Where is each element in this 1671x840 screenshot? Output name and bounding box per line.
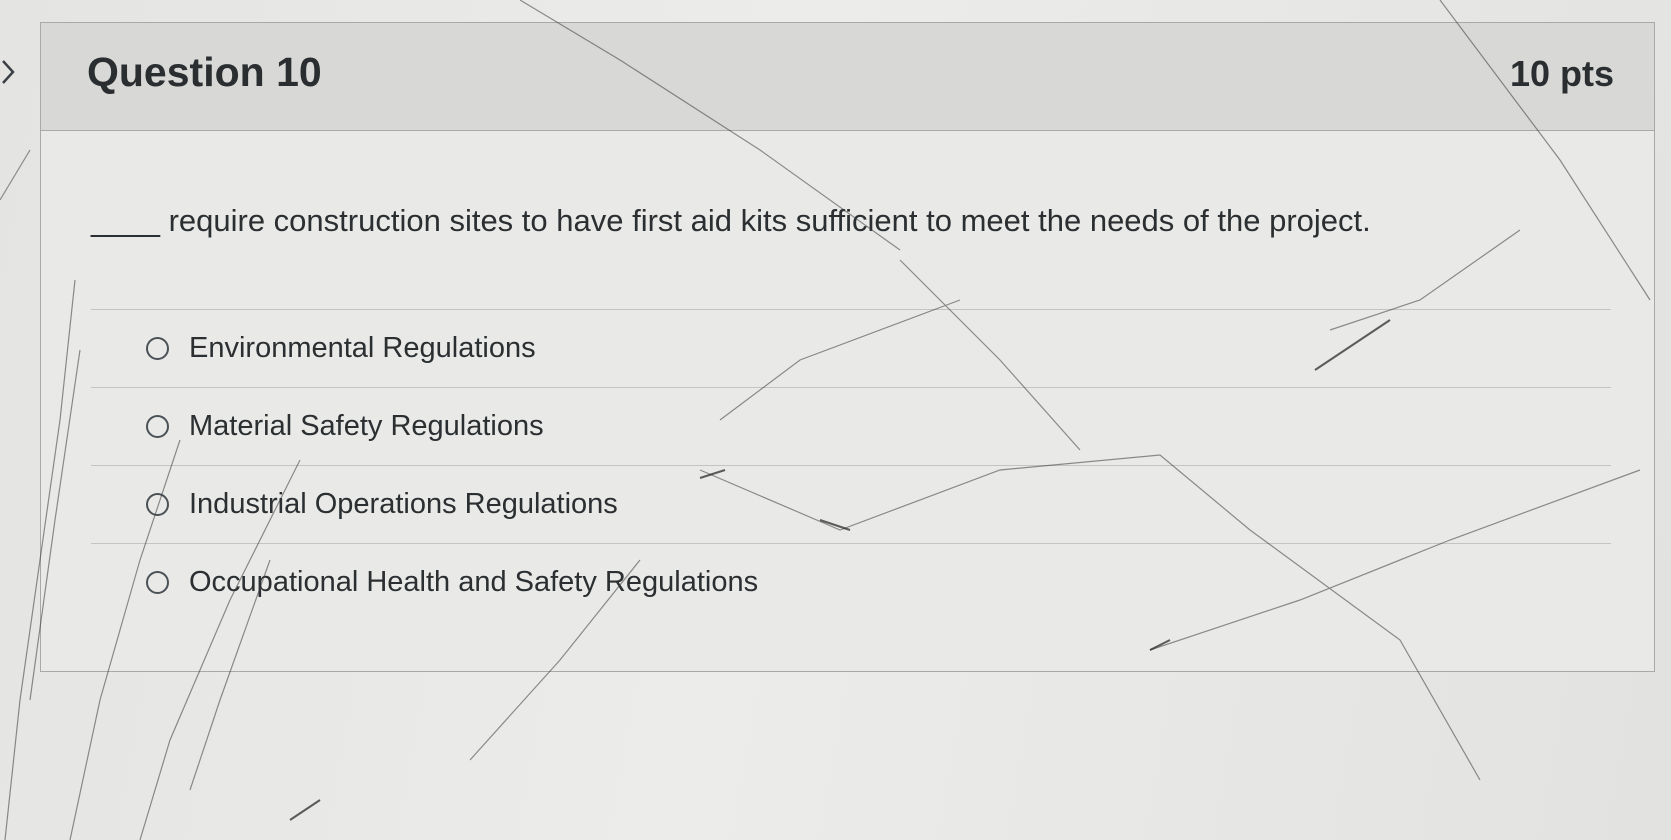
question-card: Question 10 10 pts ____ require construc…	[40, 22, 1655, 672]
radio-button[interactable]	[146, 415, 169, 438]
radio-button[interactable]	[146, 571, 169, 594]
answer-option-material-safety[interactable]: Material Safety Regulations	[91, 387, 1611, 465]
question-title: Question 10	[87, 49, 322, 95]
answer-label: Industrial Operations Regulations	[189, 488, 618, 520]
chevron-right-icon[interactable]	[0, 52, 24, 92]
answer-label: Material Safety Regulations	[189, 410, 544, 442]
answer-option-industrial-operations[interactable]: Industrial Operations Regulations	[91, 465, 1611, 543]
answer-list: Environmental Regulations Material Safet…	[91, 309, 1611, 621]
radio-button[interactable]	[146, 337, 169, 360]
answer-label: Occupational Health and Safety Regulatio…	[189, 566, 759, 598]
answer-option-occupational-health-safety[interactable]: Occupational Health and Safety Regulatio…	[91, 543, 1611, 621]
answer-option-environmental[interactable]: Environmental Regulations	[91, 309, 1611, 387]
radio-button[interactable]	[146, 493, 169, 516]
question-text: ____ require construction sites to have …	[91, 203, 1371, 238]
answer-label: Environmental Regulations	[189, 332, 536, 364]
question-points: 10 pts	[1509, 53, 1614, 94]
question-header: Question 10 10 pts	[41, 23, 1654, 131]
